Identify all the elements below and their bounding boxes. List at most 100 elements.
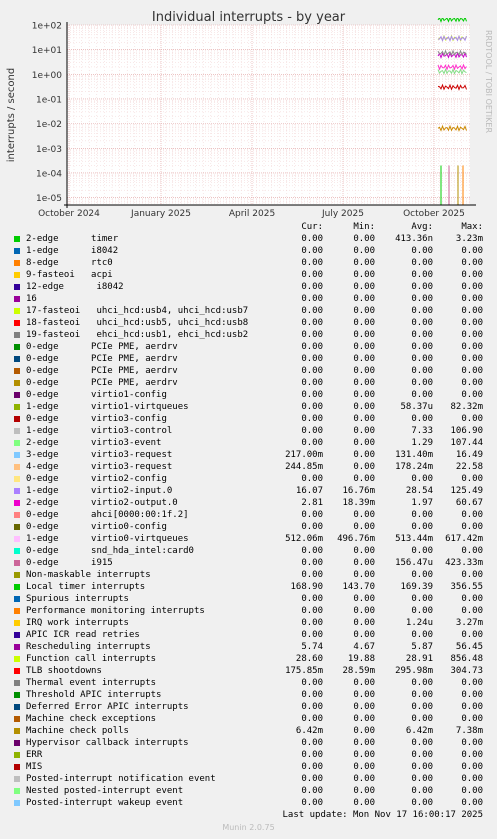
legend-swatch xyxy=(14,572,20,578)
legend-swatch xyxy=(14,284,20,290)
legend-min-value: 28.59m xyxy=(342,666,375,676)
legend-label: 1-edge i8042 xyxy=(26,246,119,256)
legend-row: Function call interrupts 28.60 19.88 28.91 8… xyxy=(0,653,497,665)
legend-swatch xyxy=(14,764,20,770)
legend-max-value: 106.90 xyxy=(450,426,483,436)
legend-cur-value: 244.85m xyxy=(285,462,323,472)
legend-swatch xyxy=(14,488,20,494)
legend-swatch xyxy=(14,620,20,626)
legend-swatch xyxy=(14,332,20,338)
legend-label: 0-edge virtio3-config xyxy=(26,414,167,424)
legend-cur-value: 0.00 xyxy=(301,594,323,604)
legend-label: MIS xyxy=(26,762,43,772)
legend-label: Deferred Error APIC interrupts xyxy=(26,702,189,712)
x-tick-label: October 2024 xyxy=(38,209,100,218)
legend-row: Non-maskable interrupts 0.00 0.00 0.00 0.00 xyxy=(0,569,497,581)
legend-min-value: 0.00 xyxy=(353,378,375,388)
legend-cur-value: 0.00 xyxy=(301,414,323,424)
legend-label: ERR xyxy=(26,750,43,760)
legend-row: Nested posted-interrupt event 0.00 0.00 0.0… xyxy=(0,785,497,797)
legend-cur-value: 0.00 xyxy=(301,618,323,628)
legend-cur-value: 175.85m xyxy=(285,666,323,676)
legend-row: TLB shootdowns 175.85m 28.59m 295.98m 304.73 xyxy=(0,665,497,677)
legend-max-value: 0.00 xyxy=(461,630,483,640)
legend-max-value: 0.00 xyxy=(461,414,483,424)
legend-max-value: 0.00 xyxy=(461,762,483,772)
legend-max-value: 0.00 xyxy=(461,510,483,520)
legend-cur-value: 0.00 xyxy=(301,558,323,568)
legend-swatch xyxy=(14,404,20,410)
last-update: Last update: Mon Nov 17 16:00:17 2025 xyxy=(282,810,483,820)
legend-row: MIS 0.00 0.00 0.00 0.00 xyxy=(0,761,497,773)
legend-max-value: 0.00 xyxy=(461,390,483,400)
legend-max-value: 0.00 xyxy=(461,282,483,292)
legend-row: Threshold APIC interrupts 0.00 0.00 0.00 0.0… xyxy=(0,689,497,701)
legend-cur-value: 0.00 xyxy=(301,330,323,340)
legend-min-value: 0.00 xyxy=(353,750,375,760)
x-tick-label: April 2025 xyxy=(229,209,275,218)
legend-min-value: 0.00 xyxy=(353,438,375,448)
legend-max-value: 60.67 xyxy=(455,498,483,508)
legend-label: 0-edge PCIe PME, aerdrv xyxy=(26,342,178,352)
legend-row: 2-edge virtio3-event 0.00 0.00 1.29 107.44 xyxy=(0,437,497,449)
legend-label: 0-edge virtio0-config xyxy=(26,522,167,532)
legend-min-value: 0.00 xyxy=(353,786,375,796)
legend-row: 17-fasteoi uhci_hcd:usb4, uhci_hcd:usb7 0… xyxy=(0,305,497,317)
legend-max-value: 856.48 xyxy=(450,654,483,664)
legend-cur-value: 0.00 xyxy=(301,786,323,796)
legend-min-value: 0.00 xyxy=(353,546,375,556)
legend-label: Machine check polls xyxy=(26,726,129,736)
legend-cur-value: 0.00 xyxy=(301,294,323,304)
legend-swatch xyxy=(14,632,20,638)
legend-max-value: 0.00 xyxy=(461,342,483,352)
legend-min-value: 0.00 xyxy=(353,246,375,256)
legend-label: Threshold APIC interrupts xyxy=(26,690,162,700)
legend-max-value: 16.49 xyxy=(455,450,483,460)
munin-version: Munin 2.0.75 xyxy=(222,823,275,832)
legend-max-value: 0.00 xyxy=(461,738,483,748)
legend-max-value: 0.00 xyxy=(461,330,483,340)
legend-swatch xyxy=(14,392,20,398)
legend-swatch xyxy=(14,668,20,674)
legend-cur-value: 0.00 xyxy=(301,342,323,352)
legend-swatch xyxy=(14,596,20,602)
y-tick-label: 1e-02 xyxy=(36,120,62,130)
legend-cur-value: 0.00 xyxy=(301,570,323,580)
legend-row: 4-edge virtio3-request 244.85m 0.00 178.24m… xyxy=(0,461,497,473)
legend-row: 18-fasteoi uhci_hcd:usb5, uhci_hcd:usb8 0… xyxy=(0,317,497,329)
legend-label: Spurious interrupts xyxy=(26,594,129,604)
legend-cur-value: 0.00 xyxy=(301,234,323,244)
legend-label: 12-edge i8042 xyxy=(26,282,124,292)
legend-min-value: 4.67 xyxy=(353,642,375,652)
legend-cur-value: 0.00 xyxy=(301,750,323,760)
legend-swatch xyxy=(14,692,20,698)
legend-label: Thermal event interrupts xyxy=(26,678,157,688)
legend-row: 1-edge virtio3-control 0.00 0.00 7.33 106.90 xyxy=(0,425,497,437)
legend-max-value: 0.00 xyxy=(461,714,483,724)
legend-cur-value: 0.00 xyxy=(301,738,323,748)
legend-row: Posted-interrupt wakeup event 0.00 0.00 0.0… xyxy=(0,797,497,809)
legend-table: Cur: Min: Avg: Max: 2-edge timer 0.00 0.00… xyxy=(0,221,497,809)
x-tick-label: January 2025 xyxy=(130,209,191,218)
legend-max-value: 3.23m xyxy=(455,234,483,244)
legend-row: 0-edge snd_hda_intel:card0 0.00 0.00 0.00 0.… xyxy=(0,545,497,557)
legend-max-value: 0.00 xyxy=(461,366,483,376)
legend-cur-value: 0.00 xyxy=(301,402,323,412)
legend-cur-value: 16.07 xyxy=(295,486,323,496)
legend-label: Non-maskable interrupts xyxy=(26,570,151,580)
legend-row: 0-edge virtio2-config 0.00 0.00 0.00 0.00 xyxy=(0,473,497,485)
legend-swatch xyxy=(14,380,20,386)
legend-cur-value: 0.00 xyxy=(301,270,323,280)
legend-min-value: 19.88 xyxy=(347,654,375,664)
legend-swatch xyxy=(14,368,20,374)
legend-swatch xyxy=(14,296,20,302)
legend-swatch xyxy=(14,704,20,710)
legend-swatch xyxy=(14,248,20,254)
legend-row: 1-edge virtio1-virtqueues 0.00 0.00 58.37u 8… xyxy=(0,401,497,413)
y-tick-label: 1e-04 xyxy=(36,169,62,179)
legend-row: 1-edge virtio2-input.0 16.07 16.76m 28.54 12… xyxy=(0,485,497,497)
legend-label: Local timer interrupts xyxy=(26,582,146,592)
header-min: Min: xyxy=(353,222,375,232)
legend-label: 0-edge PCIe PME, aerdrv xyxy=(26,354,178,364)
legend-min-value: 0.00 xyxy=(353,690,375,700)
